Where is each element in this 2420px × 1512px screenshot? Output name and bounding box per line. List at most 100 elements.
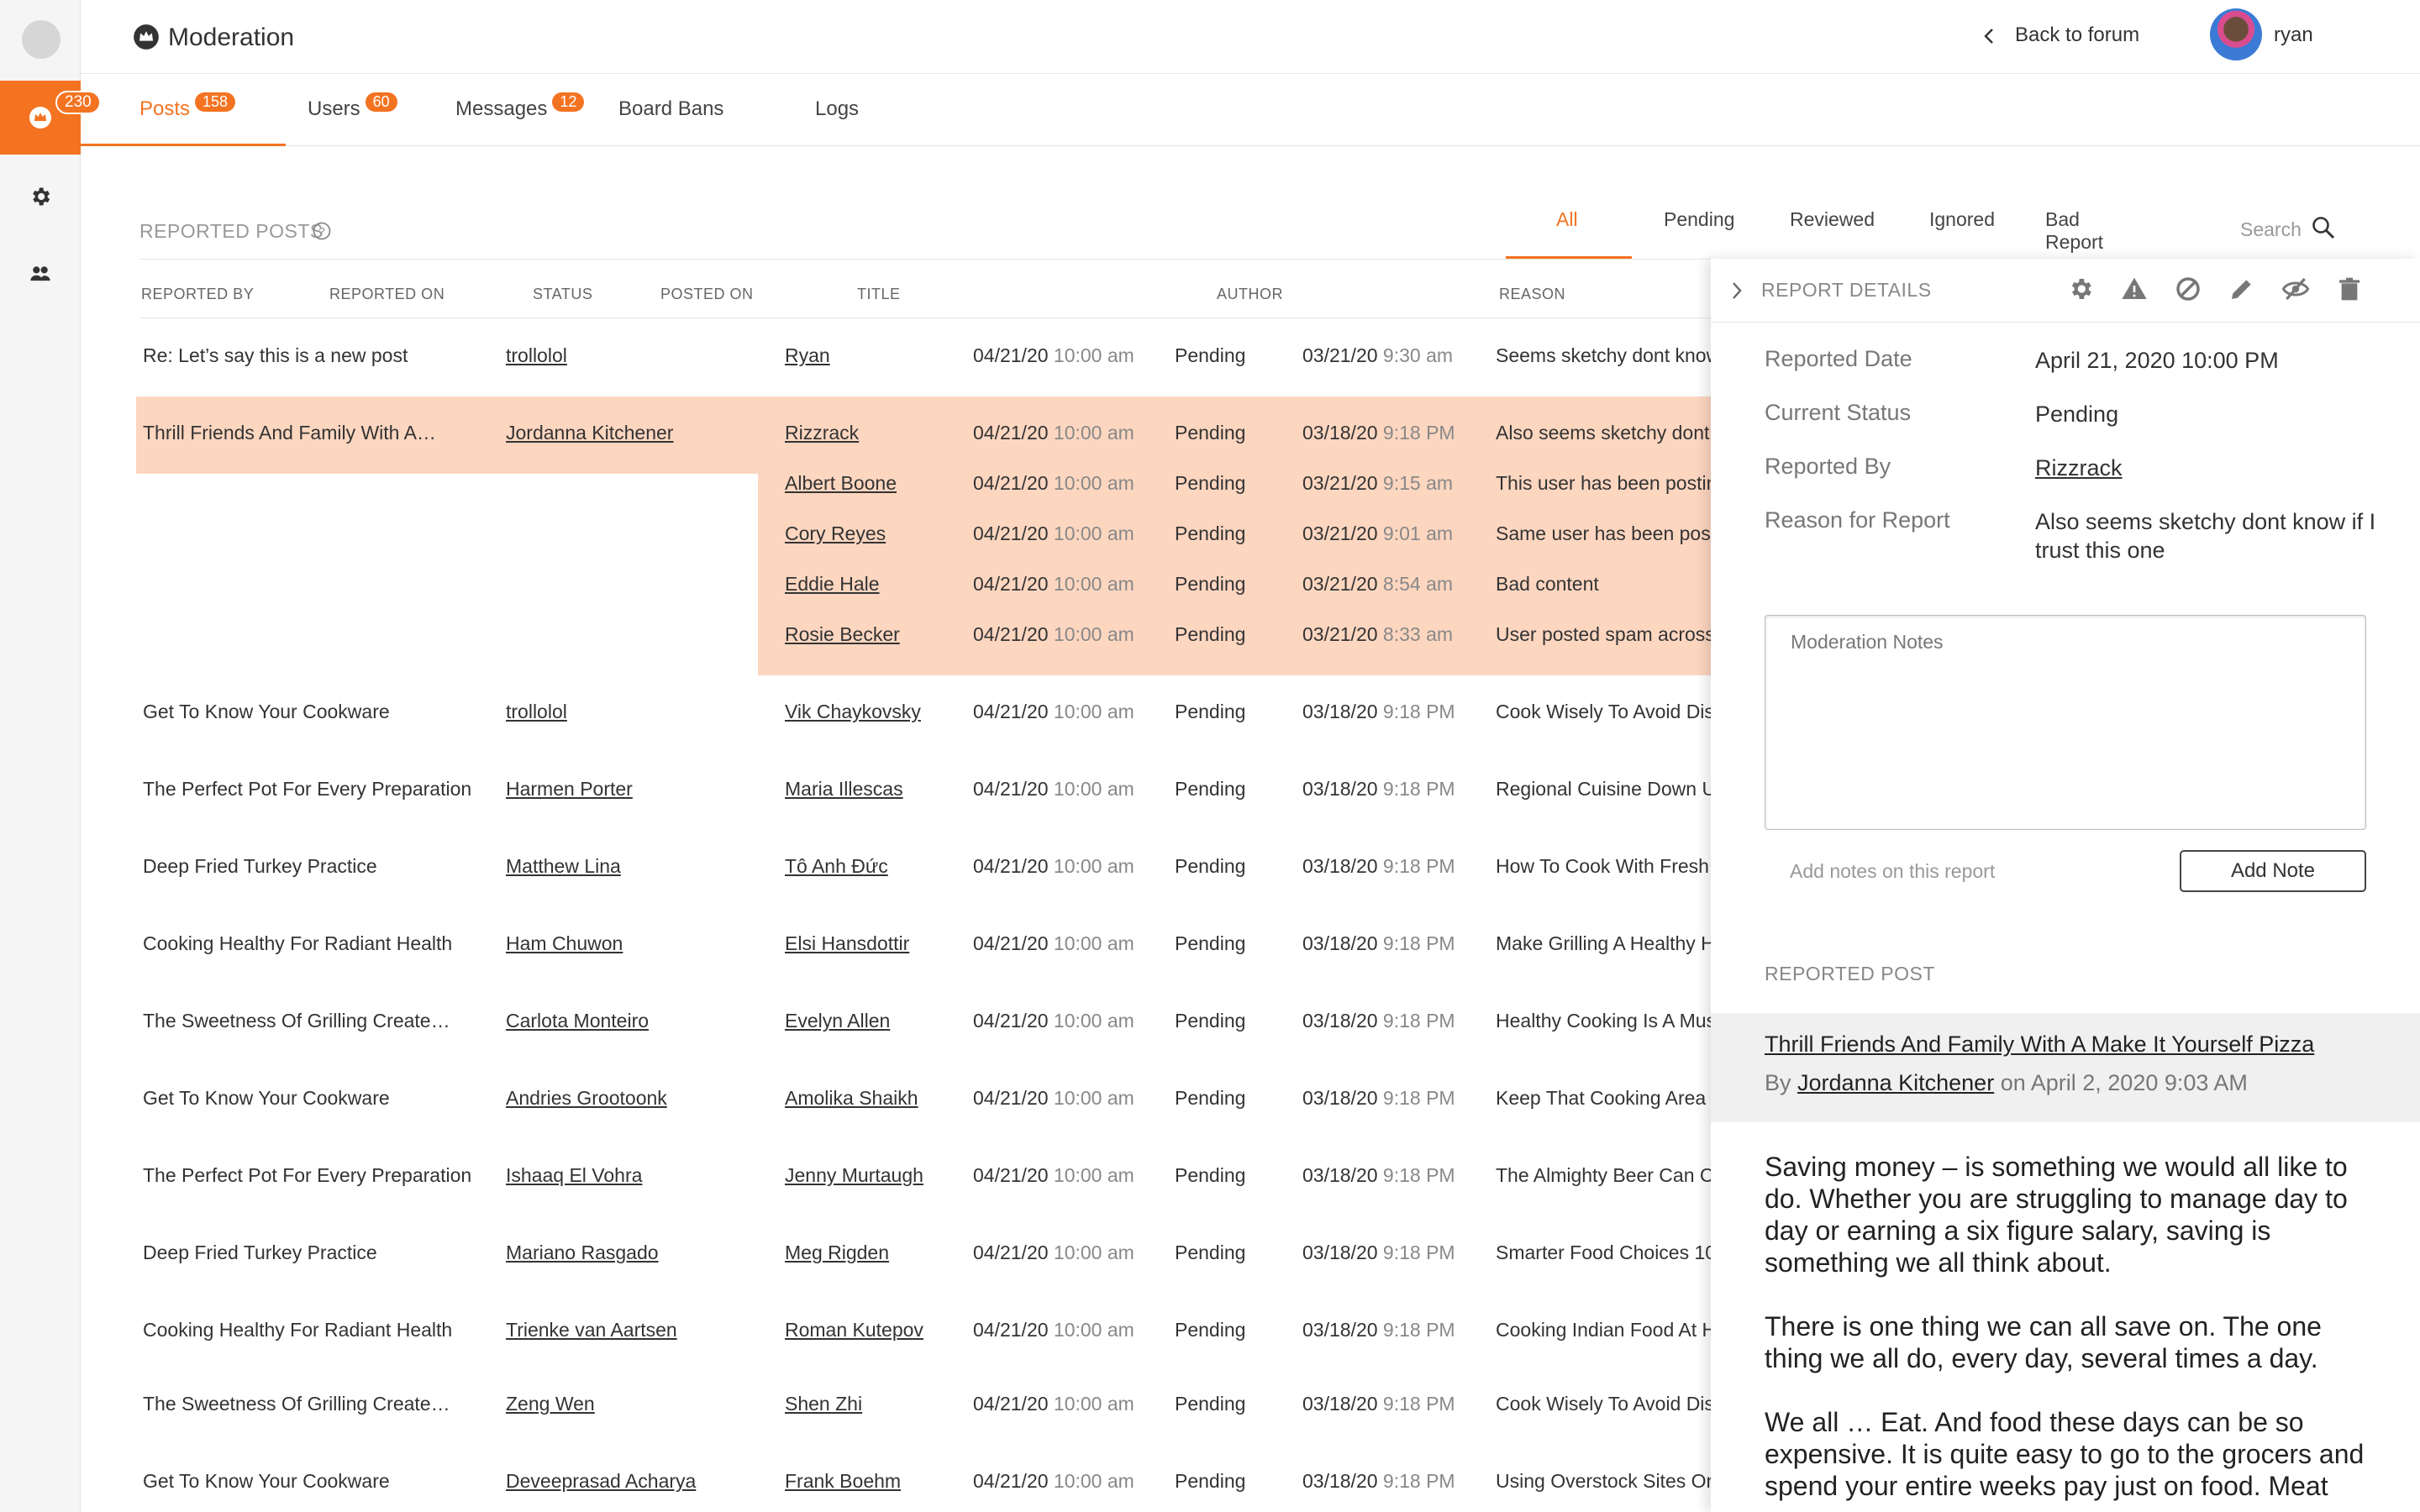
author-link[interactable]: Deveeprasad Acharya: [506, 1470, 696, 1493]
post-title-cell[interactable]: Thrill Friends And Family With A…: [143, 422, 436, 444]
reporter-link[interactable]: Rizzrack: [2035, 454, 2388, 482]
post-title-cell[interactable]: The Sweetness Of Grilling Create…: [143, 1393, 450, 1415]
post-title-cell[interactable]: Get To Know Your Cookware: [143, 1470, 390, 1493]
reported-on-cell: 04/21/20 10:00 am: [973, 932, 1134, 955]
reporter-link[interactable]: Evelyn Allen: [785, 1010, 890, 1032]
post-title-cell[interactable]: Re: Let’s say this is a new post: [143, 344, 408, 367]
reporter-link[interactable]: Vik Chaykovsky: [785, 701, 921, 723]
filter-all[interactable]: All: [1556, 208, 1578, 231]
column-header[interactable]: TITLE: [857, 286, 901, 303]
warning-icon[interactable]: [2121, 276, 2148, 302]
tab-messages[interactable]: Messages 12: [455, 92, 585, 146]
post-title-cell[interactable]: Cooking Healthy For Radiant Health: [143, 1319, 452, 1341]
author-link[interactable]: trollolol: [506, 701, 567, 723]
chevron-left-icon[interactable]: [1981, 27, 1998, 45]
crown-icon: [29, 107, 51, 129]
gear-icon[interactable]: [29, 185, 52, 208]
search-icon[interactable]: [2311, 215, 2336, 240]
post-title-cell[interactable]: Get To Know Your Cookware: [143, 1087, 390, 1110]
reporter-link[interactable]: Elsi Hansdottir: [785, 932, 909, 955]
author-link[interactable]: Ham Chuwon: [506, 932, 623, 955]
moderation-notes-textarea[interactable]: Moderation Notes: [1765, 615, 2366, 830]
author-link[interactable]: Ishaaq El Vohra: [506, 1164, 642, 1187]
tab-posts[interactable]: Posts 158: [80, 92, 287, 146]
filter-ignored[interactable]: Ignored: [1929, 208, 1995, 231]
posted-date: 03/18/20: [1302, 855, 1378, 877]
reporter-link[interactable]: Shen Zhi: [785, 1393, 862, 1415]
author-link[interactable]: Trienke van Aartsen: [506, 1319, 677, 1341]
post-author-link[interactable]: Jordanna Kitchener: [1797, 1070, 1994, 1095]
column-header[interactable]: AUTHOR: [1217, 286, 1283, 303]
reporter-link[interactable]: Maria Illescas: [785, 778, 903, 801]
add-note-button[interactable]: Add Note: [2180, 850, 2366, 892]
posted-date: 03/18/20: [1302, 422, 1378, 444]
post-title-cell[interactable]: Get To Know Your Cookware: [143, 701, 390, 723]
author-link[interactable]: Jordanna Kitchener: [506, 422, 673, 444]
reporter-link[interactable]: Ryan: [785, 344, 830, 367]
tab-logs[interactable]: Logs: [815, 97, 859, 146]
reported-date: 04/21/20: [973, 1164, 1049, 1186]
author-link[interactable]: Matthew Lina: [506, 855, 621, 878]
reporter-link[interactable]: Albert Boone: [785, 472, 897, 495]
reporter-link[interactable]: Amolika Shaikh: [785, 1087, 918, 1110]
status-cell: Pending: [1175, 344, 1246, 366]
hide-icon[interactable]: [2282, 276, 2309, 302]
reporter-link[interactable]: Rosie Becker: [785, 623, 900, 646]
post-title-cell[interactable]: Cooking Healthy For Radiant Health: [143, 932, 452, 955]
chevron-right-icon[interactable]: [1729, 281, 1744, 301]
reporter-link[interactable]: Roman Kutepov: [785, 1319, 923, 1341]
detail-label: Current Status: [1765, 400, 1912, 425]
column-header[interactable]: REASON: [1499, 286, 1565, 303]
post-title-cell[interactable]: The Sweetness Of Grilling Create…: [143, 1010, 450, 1032]
ban-icon[interactable]: [2175, 276, 2202, 302]
filter-bad-report[interactable]: Bad Report: [2045, 208, 2103, 254]
help-icon[interactable]: ?: [313, 222, 331, 240]
users-icon[interactable]: [29, 262, 52, 286]
reported-time: 10:00 am: [1053, 932, 1134, 954]
workspace-avatar[interactable]: [22, 20, 60, 59]
reporter-link[interactable]: Eddie Hale: [785, 573, 880, 596]
section-title: REPORTED POSTS: [139, 220, 324, 242]
author-link[interactable]: Harmen Porter: [506, 778, 633, 801]
reporter-link[interactable]: Frank Boehm: [785, 1470, 901, 1493]
author-link[interactable]: trollolol: [506, 344, 567, 367]
post-title-link[interactable]: Thrill Friends And Family With A Make It…: [1765, 1032, 2370, 1058]
author-link[interactable]: Carlota Monteiro: [506, 1010, 649, 1032]
reporter-link[interactable]: Jenny Murtaugh: [785, 1164, 923, 1187]
column-header[interactable]: STATUS: [533, 286, 592, 303]
reporter-link[interactable]: Meg Rigden: [785, 1242, 889, 1264]
search-input[interactable]: Search: [2240, 218, 2302, 241]
avatar[interactable]: [2210, 8, 2262, 60]
post-title-cell[interactable]: Deep Fried Turkey Practice: [143, 1242, 377, 1264]
author-link[interactable]: Andries Grootoonk: [506, 1087, 667, 1110]
author-link[interactable]: Zeng Wen: [506, 1393, 595, 1415]
post-title-cell[interactable]: The Perfect Pot For Every Preparation: [143, 1164, 471, 1187]
column-header[interactable]: REPORTED ON: [329, 286, 445, 303]
reported-date: 04/21/20: [973, 1242, 1049, 1263]
post-title-cell[interactable]: Deep Fried Turkey Practice: [143, 855, 377, 878]
posted-on-cell: 03/18/20 9:18 PM: [1302, 1010, 1455, 1032]
user-name[interactable]: ryan: [2274, 24, 2313, 47]
post-title-cell[interactable]: The Perfect Pot For Every Preparation: [143, 778, 471, 801]
posted-on-cell: 03/18/20 9:18 PM: [1302, 701, 1455, 723]
reason-cell: Regional Cuisine Down Under: [1496, 778, 1711, 800]
column-header[interactable]: REPORTED BY: [141, 286, 254, 303]
reporter-link[interactable]: Tô Anh Đức: [785, 855, 888, 878]
reporter-link[interactable]: Cory Reyes: [785, 522, 886, 545]
status-cell: Pending: [1175, 1393, 1246, 1415]
column-header[interactable]: POSTED ON: [660, 286, 754, 303]
settings-icon[interactable]: [2067, 276, 2094, 302]
filter-reviewed[interactable]: Reviewed: [1790, 208, 1875, 231]
tab-users[interactable]: Users 60: [308, 92, 397, 146]
status-cell: Pending: [1175, 472, 1246, 494]
filter-pending[interactable]: Pending: [1664, 208, 1734, 231]
edit-icon[interactable]: [2228, 276, 2255, 302]
posted-time: 8:33 am: [1382, 623, 1454, 645]
trash-icon[interactable]: [2336, 276, 2363, 302]
author-link[interactable]: Mariano Rasgado: [506, 1242, 659, 1264]
reported-date: 04/21/20: [973, 1010, 1049, 1032]
reported-date: 04/21/20: [973, 778, 1049, 800]
reporter-link[interactable]: Rizzrack: [785, 422, 859, 444]
tab-board-bans[interactable]: Board Bans: [618, 97, 723, 146]
back-to-forum-link[interactable]: Back to forum: [2015, 24, 2139, 47]
